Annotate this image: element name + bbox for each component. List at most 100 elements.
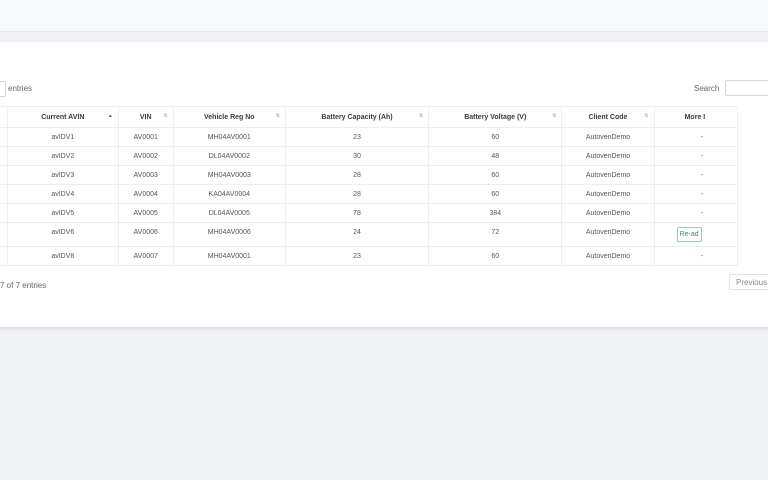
cell-battery-voltage: 60 bbox=[428, 127, 563, 147]
cell-vin: AV0006 bbox=[118, 222, 174, 247]
cell-battery-capacity: 28 bbox=[285, 184, 430, 204]
cell-current-avin: avIDV5 bbox=[7, 203, 119, 223]
column-header-label: Battery Voltage (V) bbox=[464, 113, 527, 121]
table-info: 7 of 7 entries bbox=[0, 281, 47, 290]
column-header-more-info[interactable]: More I bbox=[654, 106, 739, 128]
cell-more-info: Re-ad bbox=[654, 222, 739, 247]
table-row: avIDV3 AV0003 MH04AV0003 28 60 AutovenDe… bbox=[0, 165, 739, 185]
column-header-label: Battery Capacity (Ah) bbox=[321, 113, 393, 121]
cell-vehicle-reg-no: KA04AV0004 bbox=[173, 184, 286, 204]
cell-more-info-value: - bbox=[700, 152, 703, 160]
cell-more-info: - bbox=[654, 184, 739, 204]
sort-icon: ⇅ bbox=[275, 113, 280, 119]
cell-vehicle-reg-no: MH04AV0001 bbox=[173, 246, 286, 266]
cell-more-info-value: - bbox=[700, 190, 703, 198]
cell-client-code: AutovenDemo bbox=[561, 127, 655, 147]
sort-icon: ⇅ bbox=[644, 113, 649, 119]
cell-current-avin: avIDV4 bbox=[7, 184, 119, 204]
row-control-cell[interactable] bbox=[0, 127, 8, 147]
cell-client-code: AutovenDemo bbox=[561, 146, 655, 166]
column-header-label: Client Code bbox=[588, 113, 628, 121]
top-bar bbox=[0, 0, 768, 32]
entries-label: entries bbox=[8, 84, 33, 93]
cell-vin: AV0004 bbox=[118, 184, 174, 204]
cell-more-info: - bbox=[654, 165, 739, 185]
cell-battery-capacity: 28 bbox=[285, 165, 430, 185]
cell-vin: AV0002 bbox=[118, 146, 174, 166]
cell-vehicle-reg-no: MH04AV0001 bbox=[173, 127, 286, 147]
cell-more-info-value: - bbox=[700, 209, 703, 217]
cell-vehicle-reg-no: MH04AV0003 bbox=[173, 165, 286, 185]
cell-battery-voltage: 48 bbox=[428, 146, 563, 166]
row-control-cell[interactable] bbox=[0, 246, 8, 266]
cell-battery-voltage: 60 bbox=[428, 246, 563, 266]
table-row: avIDV2 AV0002 DL04AV0002 30 48 AutovenDe… bbox=[0, 146, 739, 166]
cell-more-info: - bbox=[654, 127, 739, 147]
column-header-vehicle-reg-no[interactable]: Vehicle Reg No ⇅ bbox=[173, 106, 286, 128]
cell-battery-capacity: 24 bbox=[285, 222, 430, 247]
column-header-label: VIN bbox=[139, 113, 152, 121]
sort-asc-icon: ▲ bbox=[107, 113, 113, 119]
column-header-label: Current AVIN bbox=[41, 113, 85, 121]
cell-more-info-value: - bbox=[700, 252, 703, 260]
cell-more-info-value: - bbox=[700, 133, 703, 141]
cell-client-code: AutovenDemo bbox=[561, 184, 655, 204]
cell-more-info-value: - bbox=[700, 171, 703, 179]
column-header-battery-voltage[interactable]: Battery Voltage (V) ⇅ bbox=[428, 106, 563, 128]
cell-vehicle-reg-no: DL04AV0002 bbox=[173, 146, 286, 166]
sort-icon: ⇅ bbox=[163, 113, 168, 119]
sort-icon: ⇅ bbox=[418, 113, 424, 119]
table-header-row: Current AVIN ▲ VIN ⇅ Vehicle Reg No ⇅ Batte… bbox=[0, 106, 739, 128]
previous-page-button[interactable]: Previous bbox=[729, 274, 768, 290]
cell-current-avin: avIDV6 bbox=[7, 222, 119, 247]
cell-current-avin: avIDV1 bbox=[7, 127, 119, 147]
row-control-cell[interactable] bbox=[0, 146, 8, 166]
cell-vehicle-reg-no: MH04AV0006 bbox=[173, 222, 286, 247]
cell-client-code: AutovenDemo bbox=[561, 203, 655, 223]
cell-vin: AV0005 bbox=[118, 203, 174, 223]
column-header-battery-capacity[interactable]: Battery Capacity (Ah) ⇅ bbox=[285, 106, 430, 128]
cell-battery-capacity: 78 bbox=[285, 203, 430, 223]
table-row: avIDV5 AV0005 DL04AV0005 78 384 AutovenD… bbox=[0, 203, 739, 223]
re-add-button[interactable]: Re-ad bbox=[676, 227, 702, 242]
cell-vin: AV0003 bbox=[118, 165, 174, 185]
cell-client-code: AutovenDemo bbox=[561, 165, 655, 185]
column-header-current-avin[interactable]: Current AVIN ▲ bbox=[7, 106, 119, 128]
cell-more-info: - bbox=[654, 146, 739, 166]
cell-vin: AV0001 bbox=[118, 127, 174, 147]
row-control-cell[interactable] bbox=[0, 203, 8, 223]
cell-client-code: AutovenDemo bbox=[561, 222, 655, 247]
search-label: Search bbox=[694, 84, 720, 93]
cell-battery-voltage: 384 bbox=[428, 203, 563, 223]
column-header-label: More I bbox=[684, 113, 706, 121]
table-row: avIDV6 AV0006 MH04AV0006 24 72 AutovenDe… bbox=[0, 222, 739, 247]
column-header-vin[interactable]: VIN ⇅ bbox=[118, 106, 174, 128]
search-input[interactable] bbox=[725, 80, 768, 96]
cell-vin: AV0007 bbox=[118, 246, 174, 266]
cell-vehicle-reg-no: DL04AV0005 bbox=[173, 203, 286, 223]
cell-battery-voltage: 60 bbox=[428, 184, 563, 204]
column-header-control bbox=[0, 106, 8, 128]
cell-more-info: - bbox=[654, 246, 739, 266]
table-row: avIDV1 AV0001 MH04AV0001 23 60 AutovenDe… bbox=[0, 127, 739, 147]
row-control-cell[interactable] bbox=[0, 184, 8, 204]
sort-icon: ⇅ bbox=[552, 113, 557, 119]
cell-current-avin: avIDV2 bbox=[7, 146, 119, 166]
row-control-cell[interactable] bbox=[0, 222, 8, 247]
cell-battery-capacity: 23 bbox=[285, 246, 430, 266]
table-row: avIDV4 AV0004 KA04AV0004 28 60 AutovenDe… bbox=[0, 184, 739, 204]
cell-battery-voltage: 60 bbox=[428, 165, 563, 185]
table-row: avIDV8 AV0007 MH04AV0001 23 60 AutovenDe… bbox=[0, 246, 739, 266]
entries-length-select[interactable] bbox=[0, 81, 6, 97]
cell-battery-capacity: 23 bbox=[285, 127, 430, 147]
cell-current-avin: avIDV3 bbox=[7, 165, 119, 185]
column-header-client-code[interactable]: Client Code ⇅ bbox=[561, 106, 655, 128]
row-control-cell[interactable] bbox=[0, 165, 8, 185]
cell-more-info: - bbox=[654, 203, 739, 223]
cell-client-code: AutovenDemo bbox=[561, 246, 655, 266]
column-header-label: Vehicle Reg No bbox=[204, 113, 255, 121]
cell-battery-voltage: 72 bbox=[428, 222, 563, 247]
cell-current-avin: avIDV8 bbox=[7, 246, 119, 266]
cell-battery-capacity: 30 bbox=[285, 146, 430, 166]
vehicles-table: Current AVIN ▲ VIN ⇅ Vehicle Reg No ⇅ Batte… bbox=[0, 106, 739, 266]
